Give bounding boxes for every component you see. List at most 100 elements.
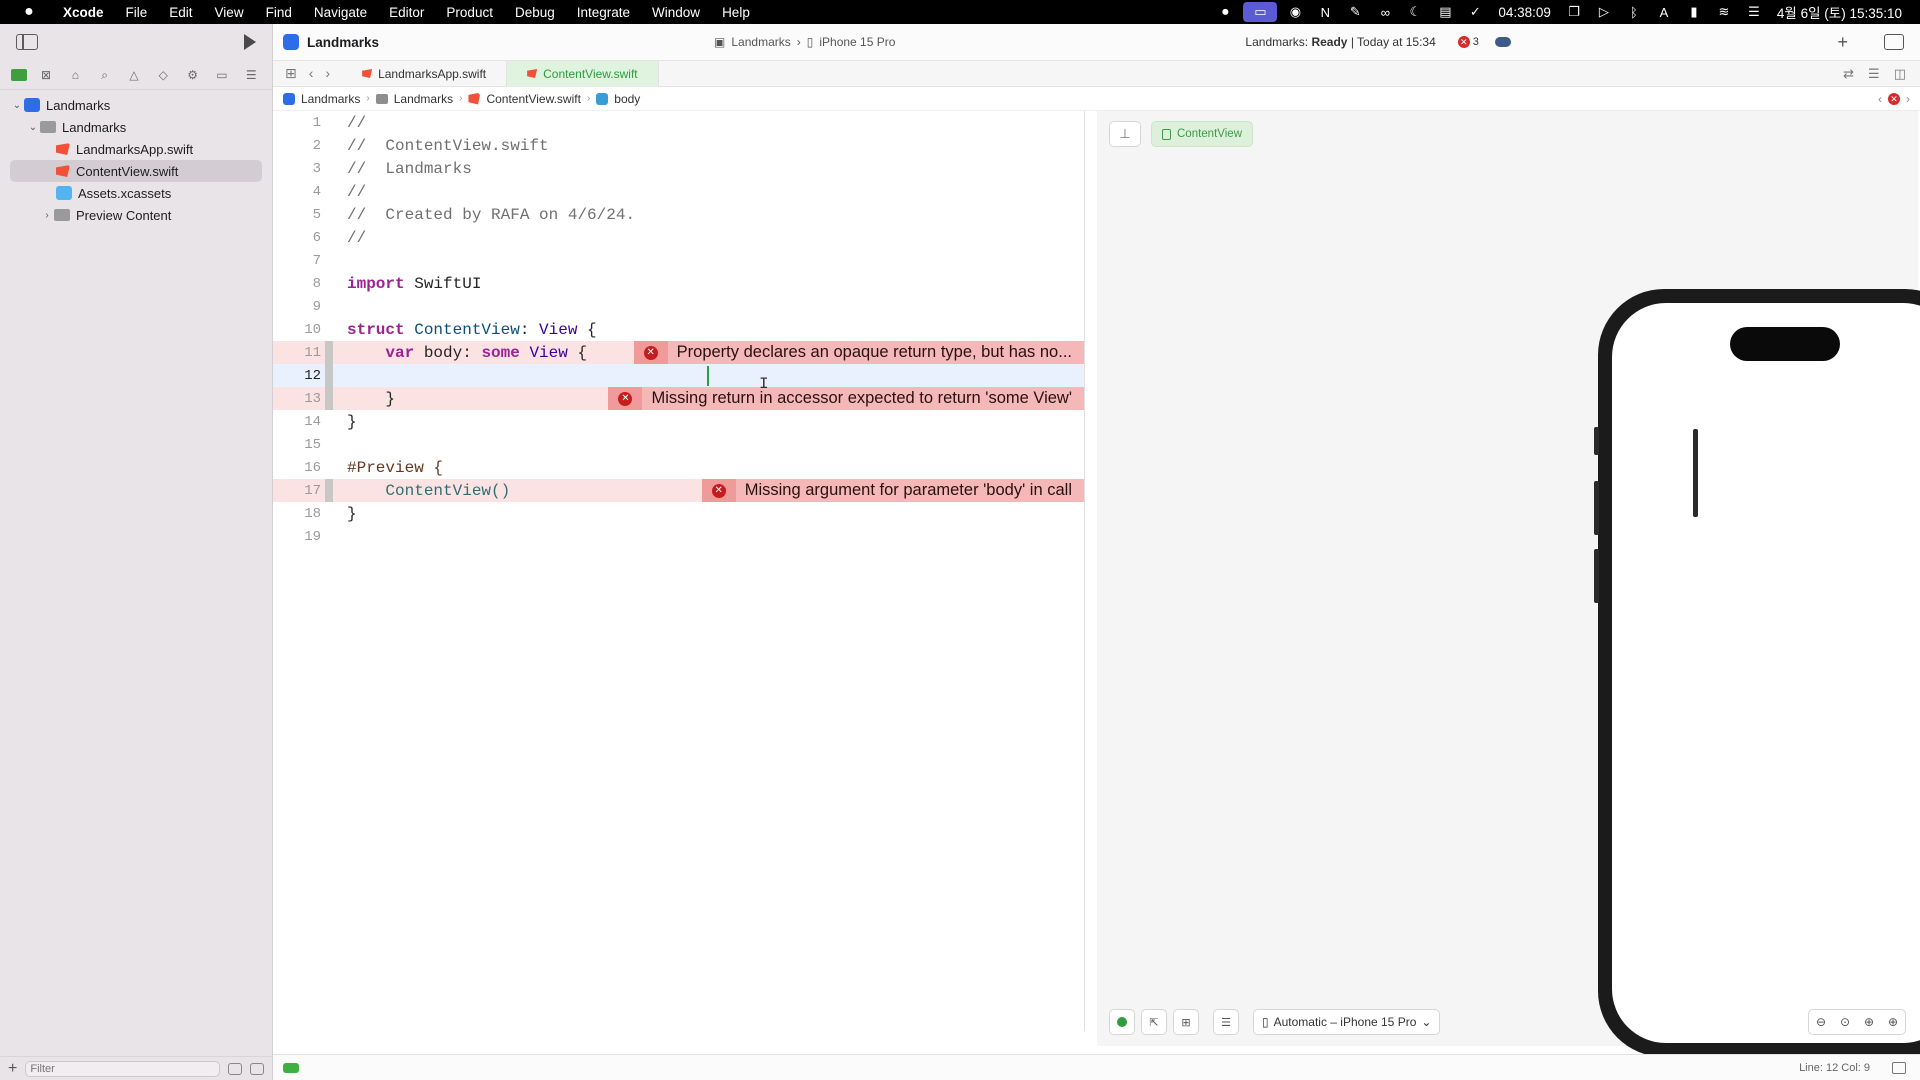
menu-view[interactable]: View [204, 5, 255, 20]
wifi-icon[interactable]: ≋ [1709, 4, 1739, 20]
phone-screen[interactable] [1612, 303, 1920, 1043]
zoom-out-icon[interactable]: ⊖ [1809, 1010, 1833, 1034]
live-preview-button[interactable] [1109, 1009, 1135, 1035]
tree-item-project[interactable]: ⌄ Landmarks [0, 94, 272, 116]
play-circle-icon[interactable]: ▷ [1589, 4, 1619, 20]
menu-debug[interactable]: Debug [504, 5, 566, 20]
jumpbar-item-project[interactable]: Landmarks [301, 92, 360, 106]
next-issue-icon[interactable]: › [1906, 92, 1910, 106]
code-line[interactable]: 18} [273, 502, 1084, 525]
code-line[interactable]: 4 // [273, 180, 1084, 203]
menu-product[interactable]: Product [435, 5, 504, 20]
run-icon[interactable] [244, 34, 256, 50]
menu-find[interactable]: Find [255, 5, 303, 20]
menu-navigate[interactable]: Navigate [303, 5, 378, 20]
scheme-name[interactable]: Landmarks [731, 35, 790, 49]
source-control-icon[interactable]: ⊠ [36, 67, 56, 83]
swap-icon[interactable]: ⇄ [1843, 66, 1854, 82]
code-line[interactable]: 7 [273, 249, 1084, 272]
windows-icon[interactable]: ❐ [1559, 4, 1589, 20]
notification-app-icon[interactable]: ◉ [1280, 4, 1310, 20]
tree-item-contentview[interactable]: ContentView.swift [10, 160, 262, 182]
variants-button[interactable]: ⊞ [1173, 1009, 1199, 1035]
code-line[interactable]: 14} [273, 410, 1084, 433]
zoom-in-icon[interactable]: ⊕ [1881, 1010, 1905, 1034]
add-library-icon[interactable]: + [1837, 32, 1848, 53]
tab-landmarksapp[interactable]: LandmarksApp.swift [342, 60, 508, 87]
code-line[interactable]: 8 import SwiftUI [273, 272, 1084, 295]
code-line[interactable]: 9 [273, 295, 1084, 318]
code-line[interactable]: 6 // [273, 226, 1084, 249]
grid-icon[interactable]: ⊞ [285, 65, 297, 82]
previous-issue-icon[interactable]: ‹ [1878, 92, 1882, 106]
tree-item-folder-landmarks[interactable]: ⌄ Landmarks [0, 116, 272, 138]
device-settings-button[interactable]: ☰ [1213, 1009, 1239, 1035]
code-line-error[interactable]: 11 var body: some View { ✕ Property decla… [273, 341, 1084, 364]
preview-selector[interactable]: ContentView [1151, 121, 1253, 147]
menu-window[interactable]: Window [641, 5, 711, 20]
record-icon[interactable]: ⏺ [1210, 4, 1240, 20]
cloud-icon[interactable] [1494, 37, 1511, 47]
tree-item-preview-content[interactable]: › Preview Content [0, 204, 272, 226]
moon-icon[interactable]: ☾ [1400, 4, 1430, 20]
find-navigator-icon[interactable]: ⌕ [95, 67, 115, 83]
apple-menu-icon[interactable]: ● [18, 3, 40, 21]
error-annotation[interactable]: ✕ Missing argument for parameter 'body' i… [701, 479, 1084, 502]
report-navigator-icon[interactable]: ☰ [241, 67, 261, 83]
code-line[interactable]: 15 [273, 433, 1084, 456]
input-source-icon[interactable]: A [1649, 5, 1679, 20]
recent-files-icon[interactable] [228, 1062, 242, 1075]
check-timer-icon[interactable]: ✓ [1460, 4, 1490, 20]
pin-preview-button[interactable]: ⊥ [1109, 121, 1141, 147]
selectable-mode-button[interactable]: ⇱ [1141, 1009, 1167, 1035]
code-line[interactable]: 10 struct ContentView: View { [273, 318, 1084, 341]
chevron-down-icon[interactable]: ⌄ [10, 100, 24, 111]
jumpbar-item-folder[interactable]: Landmarks [394, 92, 453, 106]
editor-canvas-divider[interactable] [1084, 111, 1085, 1031]
code-line[interactable]: 1 // [273, 111, 1084, 134]
error-count-badge[interactable]: ✕ 3 [1457, 36, 1479, 48]
notion-icon[interactable]: N [1310, 5, 1340, 20]
console-toggle-icon[interactable] [283, 1062, 299, 1073]
error-annotation[interactable]: ✕ Property declares an opaque return type… [633, 341, 1084, 364]
add-file-icon[interactable]: + [8, 1060, 17, 1078]
project-navigator-icon[interactable] [10, 68, 27, 81]
code-line[interactable]: 5 // Created by RAFA on 4/6/24. [273, 203, 1084, 226]
jumpbar-item-symbol[interactable]: body [614, 92, 640, 106]
menubar-clock[interactable]: 4월 6일 (토) 15:35:10 [1769, 2, 1910, 22]
filter-input[interactable] [30, 1062, 219, 1075]
code-line[interactable]: 19 [273, 525, 1084, 548]
tab-contentview[interactable]: ContentView.swift [507, 60, 659, 87]
scheme-selector[interactable]: ▣ Landmarks › ▯ iPhone 15 Pro [714, 35, 895, 49]
split-editor-icon[interactable]: ◫ [1894, 66, 1906, 82]
jumpbar-item-file[interactable]: ContentView.swift [486, 92, 581, 106]
tree-item-landmarksapp[interactable]: LandmarksApp.swift [0, 138, 272, 160]
menu-file[interactable]: File [115, 5, 159, 20]
code-line-error[interactable]: 17 ContentView() ✕ Missing argument for p… [273, 479, 1084, 502]
debug-navigator-icon[interactable]: ⚙ [183, 67, 203, 83]
code-editor[interactable]: 1// 2// ContentView.swift 3// Landmarks … [273, 111, 1084, 1021]
control-center-icon[interactable]: ☰ [1739, 4, 1769, 20]
code-line[interactable]: 16 #Preview { [273, 456, 1084, 479]
editor-options-icon[interactable]: ☰ [1868, 66, 1880, 82]
debug-area-toggle-icon[interactable] [1892, 1061, 1906, 1074]
chevron-right-icon[interactable]: › [40, 210, 54, 221]
menu-editor[interactable]: Editor [378, 5, 435, 20]
test-navigator-icon[interactable]: ◇ [153, 67, 173, 83]
breakpoint-navigator-icon[interactable]: ▭ [212, 67, 232, 83]
timer-readout[interactable]: 04:38:09 [1490, 5, 1559, 20]
menu-app-xcode[interactable]: Xcode [52, 5, 115, 20]
chevron-down-icon[interactable]: ⌄ [26, 122, 40, 133]
battery-icon[interactable]: ▮ [1679, 4, 1709, 20]
error-annotation[interactable]: ✕ Missing return in accessor expected to … [608, 387, 1084, 410]
tree-item-assets[interactable]: Assets.xcassets [0, 182, 272, 204]
glasses-icon[interactable]: ∞ [1370, 5, 1400, 20]
pen-app-icon[interactable]: ✎ [1340, 4, 1370, 20]
code-line-error[interactable]: 13 } ✕ Missing return in accessor expecte… [273, 387, 1084, 410]
inspector-toggle-icon[interactable] [1884, 34, 1904, 50]
bluetooth-icon[interactable]: ᛒ [1619, 5, 1649, 20]
code-line-current[interactable]: 12 [273, 364, 1084, 387]
menu-integrate[interactable]: Integrate [566, 5, 641, 20]
forward-arrow-icon[interactable]: › [325, 65, 330, 82]
screen-share-icon[interactable]: ▭ [1243, 2, 1278, 22]
